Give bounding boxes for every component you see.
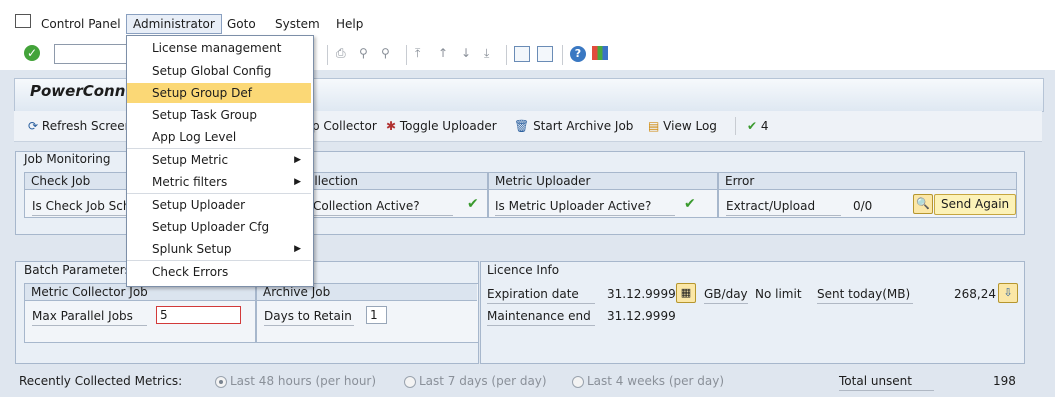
menu-icon[interactable] [15,14,31,28]
menu-metric-filters-label: Metric filters [152,175,228,189]
menu-help[interactable]: Help [336,15,363,33]
uploader-check-icon: ✔ [684,196,696,212]
shortcut-icon[interactable] [537,46,553,62]
next-page-icon[interactable]: ↓ [461,46,479,64]
batch-parameters-title: Batch Parameters [24,263,131,277]
toggle-uploader-label: Toggle Uploader [399,119,497,133]
submenu-arrow-icon: ▶ [294,244,301,254]
menu-setup-task-group[interactable]: Setup Task Group [127,105,311,125]
view-log-label: View Log [663,119,717,133]
start-archive-label: Start Archive Job [533,119,634,133]
scroll-icon: ▤ [648,119,660,133]
expiration-date-label: Expiration date [487,285,595,304]
first-page-icon[interactable]: ⤒ [415,46,433,64]
extract-upload-label: Extract/Upload [726,197,841,216]
previous-page-icon[interactable]: ↑ [438,46,456,64]
last-page-icon[interactable]: ⤓ [484,46,502,64]
find-next-icon[interactable]: ⚲ [381,46,399,64]
menu-control-panel[interactable]: Control Panel [41,15,121,33]
job-monitoring-title: Job Monitoring [24,152,111,166]
view-log-button[interactable]: ▤ View Log [648,118,717,134]
status-count-value: 4 [760,119,769,133]
radio-4-weeks-label: Last 4 weeks (per day) [587,374,725,388]
expiration-date-value: 31.12.9999 [607,287,676,301]
radio-48-hours-label: Last 48 hours (per hour) [230,374,377,388]
sent-details-icon[interactable]: ⇩ [998,283,1018,303]
page-title: PowerConn [30,82,126,100]
menu-setup-uploader[interactable]: Setup Uploader [127,195,311,215]
submenu-arrow-icon: ▶ [294,155,301,165]
start-archive-job-button[interactable]: 🗑 Start Archive Job [514,118,633,134]
menu-setup-metric[interactable]: Setup Metric ▶ [127,150,311,170]
command-field[interactable] [54,44,128,64]
menu-license-management[interactable]: License management [127,38,311,58]
menu-metric-filters[interactable]: Metric filters ▶ [127,172,311,192]
metric-uploader-header: Metric Uploader [489,173,717,190]
enter-icon[interactable]: ✓ [24,45,40,61]
recently-collected-label: Recently Collected Metrics: [19,374,183,388]
menu-splunk-setup[interactable]: Splunk Setup ▶ [127,239,311,259]
new-session-icon[interactable] [514,46,530,62]
gb-per-day-label: GB/day [704,285,748,304]
toggle-icon: ✱ [386,119,397,133]
print-icon[interactable]: ⎙ [336,46,354,64]
refresh-icon: ⟳ [28,119,39,133]
collection-header: ollection [301,173,487,190]
send-again-button[interactable]: Send Again [934,194,1017,215]
collection-question: Collection Active? [313,197,453,216]
refresh-screen-button[interactable]: ⟳ Refresh Screen [28,118,132,134]
status-count[interactable]: ✔ 4 [747,118,769,134]
layout-menu-icon[interactable] [592,46,608,60]
licence-info-title: Licence Info [487,263,560,277]
max-parallel-jobs-input[interactable]: 5 [156,306,241,324]
submenu-arrow-icon: ▶ [294,177,301,187]
trash-icon: 🗑 [514,119,530,133]
licence-details-icon[interactable]: ▦ [676,283,696,303]
radio-7-days[interactable] [404,376,416,388]
error-details-icon[interactable]: 🔍 [913,194,933,214]
collection-check-icon: ✔ [467,196,479,212]
total-unsent-value: 198 [993,374,1016,388]
menu-app-log-level[interactable]: App Log Level [127,127,311,147]
menu-setup-group-def[interactable]: Setup Group Def [127,83,311,103]
radio-48-hours[interactable] [215,376,227,388]
menu-setup-metric-label: Setup Metric [152,153,229,167]
extract-upload-value: 0/0 [853,199,873,213]
error-header: Error [719,173,1016,190]
check-icon: ✔ [747,119,758,133]
menu-goto[interactable]: Goto [227,15,256,33]
find-icon[interactable]: ⚲ [359,46,377,64]
collector-label: p Collector [312,119,377,133]
menu-check-errors[interactable]: Check Errors [127,262,311,282]
metric-uploader-question: Is Metric Uploader Active? [495,197,675,216]
radio-7-days-label: Last 7 days (per day) [419,374,547,388]
total-unsent-label: Total unsent [839,372,934,391]
menu-setup-uploader-cfg[interactable]: Setup Uploader Cfg [127,217,311,237]
help-icon[interactable]: ? [570,46,586,62]
menu-setup-global-config[interactable]: Setup Global Config [127,61,311,81]
check-job-question: Is Check Job Sch [32,197,132,216]
maintenance-end-value: 31.12.9999 [607,309,676,323]
sent-today-value: 268,24 [954,287,996,301]
days-to-retain-input[interactable]: 1 [366,306,387,324]
collector-button[interactable]: p Collector [312,118,377,134]
max-parallel-jobs-label: Max Parallel Jobs [32,307,147,326]
radio-4-weeks[interactable] [572,376,584,388]
refresh-screen-label: Refresh Screen [41,119,133,133]
sent-today-label: Sent today(MB) [817,285,913,304]
maintenance-end-label: Maintenance end [487,307,595,326]
menu-splunk-setup-label: Splunk Setup [152,242,232,256]
menu-system[interactable]: System [275,15,320,33]
toggle-uploader-button[interactable]: ✱ Toggle Uploader [386,118,497,134]
days-to-retain-label: Days to Retain [264,307,354,326]
menu-administrator[interactable]: Administrator [126,14,222,34]
gb-per-day-value: No limit [755,287,802,301]
